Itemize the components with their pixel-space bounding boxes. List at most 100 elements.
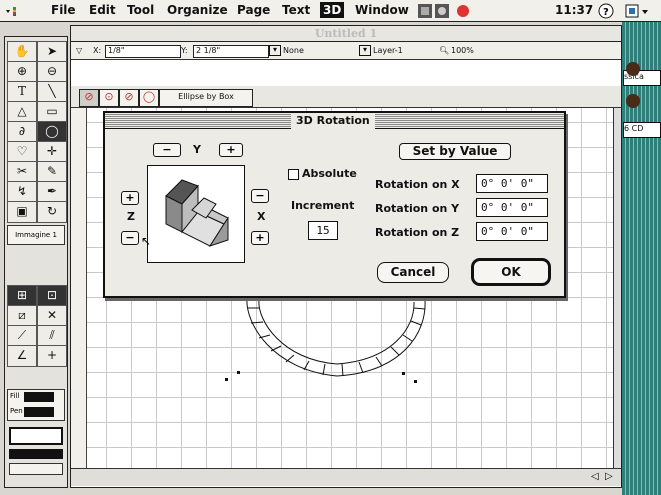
line-weight-icon[interactable]: ⟋ xyxy=(7,325,37,347)
rotate-tool-icon[interactable]: ↻ xyxy=(37,201,67,223)
svg-text:?: ? xyxy=(603,7,609,18)
cursor-icon: ↖ xyxy=(141,234,152,248)
fill-dropdown-icon[interactable]: ▾ xyxy=(269,45,281,56)
ellipse-tool-icon[interactable]: ◯ xyxy=(37,121,67,143)
fill-value[interactable]: None xyxy=(283,45,304,56)
rotation-y-field[interactable]: 0° 0' 0" xyxy=(476,198,548,217)
x-minus-button[interactable]: − xyxy=(251,189,269,203)
zoom-level[interactable]: 100% xyxy=(451,45,474,56)
arrow-style-sample[interactable] xyxy=(9,463,63,475)
menu-tool[interactable]: Tool xyxy=(127,3,154,17)
apple-menu-icon[interactable] xyxy=(4,4,22,21)
freehand-tool-icon[interactable]: ∂ xyxy=(7,121,37,143)
menu-file[interactable]: File xyxy=(51,3,76,17)
menu-page[interactable]: Page xyxy=(237,3,270,17)
set-by-value-button[interactable]: Set by Value xyxy=(399,143,511,160)
y-plus-button[interactable]: + xyxy=(219,143,243,157)
scissors-tool-icon[interactable]: ✂ xyxy=(7,161,37,183)
disclosure-triangle-icon[interactable]: ▽ xyxy=(76,45,82,56)
curve-tool-icon[interactable]: ↯ xyxy=(7,181,37,203)
rotation-y-label: Rotation on Y xyxy=(375,202,460,215)
scroll-right-icon[interactable]: ▷ xyxy=(605,471,613,482)
y-field[interactable]: 2 1/8" xyxy=(193,45,269,58)
rotation-z-field[interactable]: 0° 0' 0" xyxy=(476,222,548,241)
desktop-background: ssica 6 CD xyxy=(622,22,661,495)
layer-thumbnail-label[interactable]: Immagine 1 xyxy=(7,225,65,245)
y-minus-button[interactable]: − xyxy=(153,143,181,157)
paint-tool-icon[interactable]: ▣ xyxy=(7,201,37,223)
rotation-x-field[interactable]: 0° 0' 0" xyxy=(476,174,548,193)
layer-value[interactable]: Layer-1 xyxy=(373,45,403,56)
plus-icon[interactable]: + xyxy=(37,345,67,367)
document-title[interactable]: Untitled 1 xyxy=(71,26,621,42)
menu-edit[interactable]: Edit xyxy=(89,3,116,17)
horizontal-scrollbar[interactable]: ◁ ▷ xyxy=(71,468,621,486)
clock: 11:37 xyxy=(555,3,594,17)
eyedropper-tool-icon[interactable]: ✎ xyxy=(37,161,67,183)
z-plus-button[interactable]: + xyxy=(121,191,139,205)
zoom-in-icon[interactable]: ⊕ xyxy=(7,61,37,83)
scroll-left-icon[interactable]: ◁ xyxy=(591,471,599,482)
line-sample[interactable] xyxy=(9,427,63,445)
vertical-scrollbar[interactable] xyxy=(613,108,621,468)
menu-window[interactable]: Window xyxy=(355,3,409,17)
z-minus-button[interactable]: − xyxy=(121,231,139,245)
info-bar: ▽ X: 1/8" Y: 2 1/8" ▾ None ▾ Layer-1 🔍︎ … xyxy=(71,42,621,60)
menu-organize[interactable]: Organize xyxy=(167,3,228,17)
desktop-icon-label[interactable]: 6 CD xyxy=(623,122,661,138)
pen-swatch[interactable] xyxy=(24,407,54,417)
fill-swatch[interactable] xyxy=(24,392,54,402)
dialog-title-bar[interactable]: 3D Rotation xyxy=(105,113,564,129)
ellipse-mode-4-icon[interactable]: ◯ xyxy=(139,89,159,107)
menu-3d[interactable]: 3D xyxy=(320,2,345,18)
ok-button[interactable]: OK xyxy=(471,258,551,286)
x-field[interactable]: 1/8" xyxy=(105,45,181,58)
mirror-tool-icon[interactable]: ⧄ xyxy=(7,305,37,327)
desktop-icon[interactable] xyxy=(626,94,640,108)
crosshair-tool-icon[interactable]: ✛ xyxy=(37,141,67,163)
window-icons[interactable] xyxy=(418,4,452,21)
pen-label: Pen xyxy=(10,407,23,415)
arrow-tool-icon[interactable]: ➤ xyxy=(37,41,67,63)
menu-bar: File Edit Tool Organize Page Text 3D Win… xyxy=(0,0,661,22)
line-thickness-sample[interactable] xyxy=(9,449,63,459)
grid-tool-icon[interactable]: ⊞ xyxy=(7,285,37,307)
zoom-icon: 🔍︎ xyxy=(439,46,450,55)
dialog-title: 3D Rotation xyxy=(291,113,375,129)
ellipse-mode-2-icon[interactable]: ⊙ xyxy=(99,89,119,107)
triangle-tool-icon[interactable]: △ xyxy=(7,101,37,123)
rotation-z-label: Rotation on Z xyxy=(375,226,460,239)
line-tool-icon[interactable]: ╲ xyxy=(37,81,67,103)
rectangle-tool-icon[interactable]: ▭ xyxy=(37,101,67,123)
shape-options-bar: ⊘ ⊙ ⊘ ◯ Ellipse by Box xyxy=(71,86,621,108)
cancel-button[interactable]: Cancel xyxy=(377,262,449,283)
pen-tool-icon[interactable]: ✒ xyxy=(37,181,67,203)
cross-tool-icon[interactable]: ✕ xyxy=(37,305,67,327)
y-axis-label: Y xyxy=(193,143,201,156)
rotation-x-label: Rotation on X xyxy=(375,178,460,191)
layer-dropdown-icon[interactable]: ▾ xyxy=(359,45,371,56)
ellipse-mode-3-icon[interactable]: ⊘ xyxy=(119,89,139,107)
application-menu-icon[interactable] xyxy=(625,3,651,22)
vertical-ruler xyxy=(71,108,87,468)
x-axis-label: X xyxy=(257,210,266,223)
rotation-preview[interactable] xyxy=(147,165,245,263)
absolute-label: Absolute xyxy=(302,167,357,180)
x-plus-button[interactable]: + xyxy=(251,231,269,245)
text-tool-icon[interactable]: T xyxy=(7,81,37,103)
y-label: Y: xyxy=(181,46,188,55)
record-icon[interactable] xyxy=(456,4,470,21)
dash-style-icon[interactable]: ⫽ xyxy=(37,325,67,347)
increment-field[interactable]: 15 xyxy=(308,221,338,240)
fill-label: Fill xyxy=(10,392,20,400)
desktop-icon[interactable] xyxy=(626,62,640,76)
polygon-tool-icon[interactable]: ♡ xyxy=(7,141,37,163)
angle-icon[interactable]: ∠ xyxy=(7,345,37,367)
hand-tool-icon[interactable]: ✋ xyxy=(7,41,37,63)
menu-text[interactable]: Text xyxy=(282,3,310,17)
ellipse-mode-1-icon[interactable]: ⊘ xyxy=(79,89,99,107)
absolute-checkbox[interactable] xyxy=(288,169,299,180)
zoom-out-icon[interactable]: ⊖ xyxy=(37,61,67,83)
align-tool-icon[interactable]: ⊡ xyxy=(37,285,67,307)
help-icon[interactable]: ? xyxy=(598,3,614,22)
